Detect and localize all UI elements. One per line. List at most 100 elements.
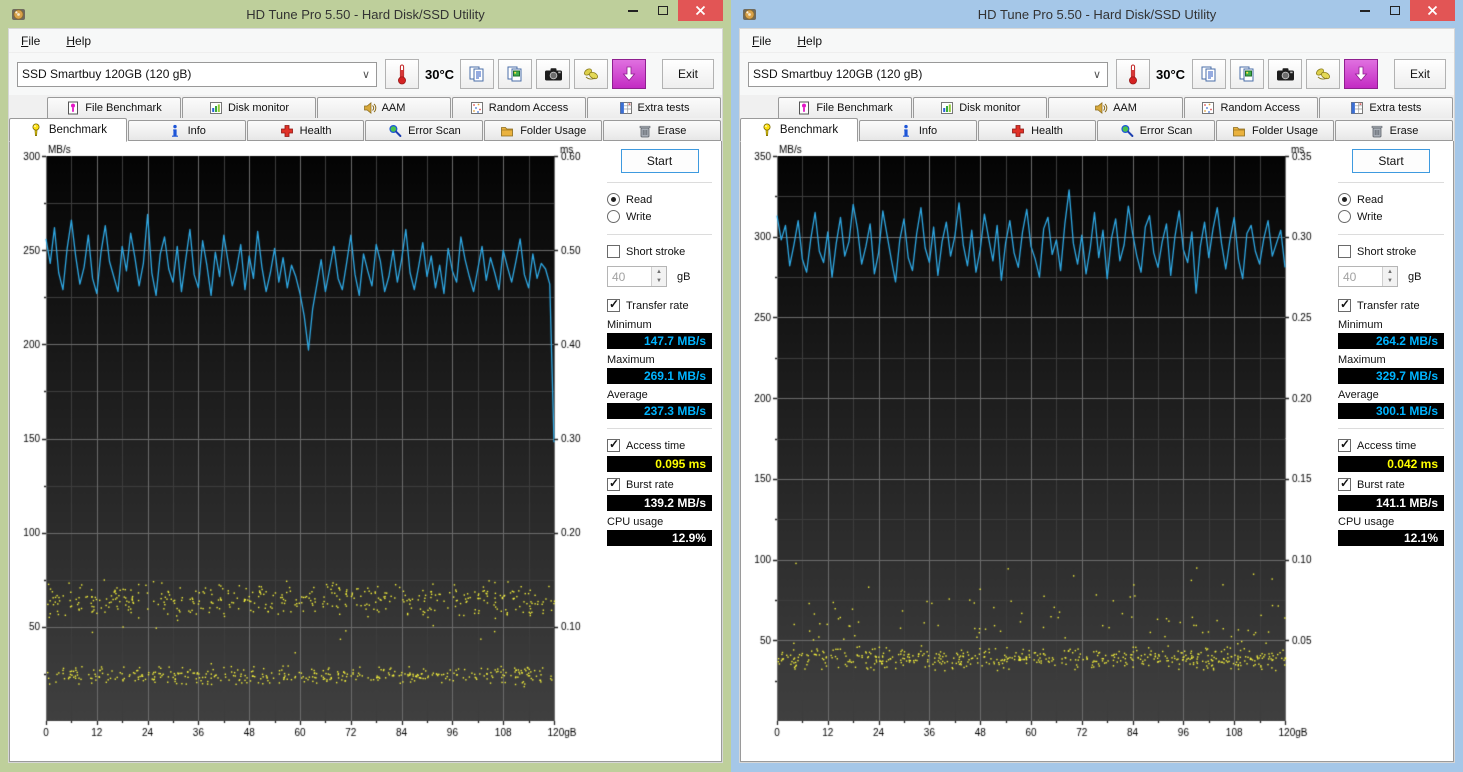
spin-up-icon[interactable]: ▲: [652, 267, 666, 277]
read-radio[interactable]: Read: [1338, 193, 1444, 206]
tab-random-access[interactable]: Random Access: [1183, 97, 1318, 118]
tab-health[interactable]: Health: [246, 120, 365, 141]
tab-folder-usage[interactable]: Folder Usage: [484, 120, 603, 141]
copy-image-button[interactable]: [1230, 59, 1264, 89]
short-stroke-checkbox[interactable]: Short stroke: [1338, 245, 1444, 258]
drive-select[interactable]: SSD Smartbuy 120GB (120 gB) ∨: [748, 61, 1108, 87]
maximize-button[interactable]: [648, 0, 678, 21]
read-radio[interactable]: Read: [607, 193, 712, 206]
tab-benchmark[interactable]: Benchmark: [740, 118, 858, 142]
donate-button[interactable]: [1306, 59, 1340, 89]
menu-file[interactable]: File: [748, 32, 775, 50]
start-button[interactable]: Start: [620, 149, 699, 173]
tab-info[interactable]: Info: [859, 120, 977, 141]
average-label: Average: [1338, 389, 1379, 401]
tab-health[interactable]: Health: [978, 120, 1096, 141]
average-label: Average: [607, 389, 648, 401]
cpu-usage-value: 12.1%: [1338, 530, 1444, 546]
speaker-icon: [363, 102, 376, 114]
copy-image-button[interactable]: [498, 59, 532, 89]
chevron-down-icon: ∨: [1092, 68, 1101, 81]
minimize-button[interactable]: [1350, 0, 1380, 21]
access-time-checkbox[interactable]: Access time: [607, 437, 712, 452]
controls-panel: Start Read Write Short stroke ▲▼ gB Tran…: [598, 141, 721, 761]
tab-aam[interactable]: AAM: [317, 97, 451, 118]
tab-erase[interactable]: Erase: [1335, 120, 1453, 141]
maximize-button[interactable]: [1380, 0, 1410, 21]
spin-down-icon[interactable]: ▼: [1383, 276, 1397, 286]
copy-image-icon: [507, 66, 522, 82]
screenshot-button[interactable]: [1268, 59, 1302, 89]
copy-text-button[interactable]: [460, 59, 494, 89]
screenshot-button[interactable]: [536, 59, 570, 89]
tab-error-scan[interactable]: Error Scan: [365, 120, 484, 141]
transfer-rate-checkbox[interactable]: Transfer rate: [607, 297, 712, 312]
minimum-value: 264.2 MB/s: [1338, 333, 1444, 349]
tab-disk-monitor[interactable]: Disk monitor: [182, 97, 316, 118]
short-stroke-size-stepper[interactable]: ▲▼: [1338, 266, 1398, 287]
write-radio[interactable]: Write: [1338, 210, 1444, 223]
tab-error-scan[interactable]: Error Scan: [1097, 120, 1215, 141]
copy-text-button[interactable]: [1192, 59, 1226, 89]
tab-disk-monitor[interactable]: Disk monitor: [913, 97, 1048, 118]
minimum-label: Minimum: [607, 319, 652, 331]
cpu-usage-label: CPU usage: [1338, 516, 1395, 528]
donate-button[interactable]: [574, 59, 608, 89]
access-time-checkbox[interactable]: Access time: [1338, 437, 1444, 452]
burst-rate-value: 141.1 MB/s: [1338, 495, 1444, 511]
tab-file-benchmark[interactable]: File Benchmark: [47, 97, 181, 118]
controls-panel: Start Read Write Short stroke ▲▼ gB Tran…: [1329, 141, 1453, 761]
temperature-button[interactable]: [1116, 59, 1150, 89]
divider: [1338, 234, 1444, 235]
checkbox-icon: [1338, 476, 1351, 491]
tab-extra-tests[interactable]: Extra tests: [1318, 97, 1454, 118]
minimize-button[interactable]: [618, 0, 648, 21]
close-button[interactable]: [678, 0, 723, 21]
short-stroke-unit: gB: [1408, 270, 1422, 283]
save-results-button[interactable]: [612, 59, 646, 89]
tab-file-benchmark[interactable]: File Benchmark: [778, 97, 913, 118]
thermometer-icon: [1129, 64, 1137, 85]
radio-icon: [1338, 210, 1351, 223]
divider: [1338, 182, 1444, 183]
chart-area: [741, 141, 1329, 761]
close-icon: [1427, 5, 1438, 16]
tab-info[interactable]: Info: [127, 120, 246, 141]
tab-extra-tests[interactable]: Extra tests: [587, 97, 721, 118]
copy-image-icon: [1239, 66, 1254, 82]
exit-button[interactable]: Exit: [662, 59, 714, 89]
short-stroke-size-stepper[interactable]: ▲▼: [607, 266, 667, 287]
info-icon: [902, 124, 909, 137]
close-button[interactable]: [1410, 0, 1455, 21]
average-value: 237.3 MB/s: [607, 403, 712, 419]
drive-select-value: SSD Smartbuy 120GB (120 gB): [753, 67, 923, 81]
drive-select[interactable]: SSD Smartbuy 120GB (120 gB) ∨: [17, 61, 377, 87]
write-radio[interactable]: Write: [607, 210, 712, 223]
minimum-value: 147.7 MB/s: [607, 333, 712, 349]
menu-file[interactable]: File: [17, 32, 44, 50]
spin-down-icon[interactable]: ▼: [652, 276, 666, 286]
burst-rate-checkbox[interactable]: Burst rate: [607, 476, 712, 491]
client-area: File Help SSD Smartbuy 120GB (120 gB) ∨ …: [739, 28, 1455, 763]
access-time-value: 0.095 ms: [607, 456, 712, 472]
tab-benchmark[interactable]: Benchmark: [9, 118, 127, 142]
hands-icon: [583, 68, 599, 80]
short-stroke-size-input[interactable]: [1339, 267, 1382, 286]
short-stroke-size-input[interactable]: [608, 267, 651, 286]
burst-rate-checkbox[interactable]: Burst rate: [1338, 476, 1444, 491]
short-stroke-checkbox[interactable]: Short stroke: [607, 245, 712, 258]
save-results-button[interactable]: [1344, 59, 1378, 89]
transfer-rate-checkbox[interactable]: Transfer rate: [1338, 297, 1444, 312]
cpu-usage-label: CPU usage: [607, 516, 664, 528]
tab-random-access[interactable]: Random Access: [452, 97, 586, 118]
tab-erase[interactable]: Erase: [603, 120, 721, 141]
temperature-button[interactable]: [385, 59, 419, 89]
copy-text-icon: [469, 66, 484, 82]
menu-help[interactable]: Help: [793, 32, 826, 50]
tab-folder-usage[interactable]: Folder Usage: [1216, 120, 1334, 141]
spin-up-icon[interactable]: ▲: [1383, 267, 1397, 277]
start-button[interactable]: Start: [1352, 149, 1430, 173]
exit-button[interactable]: Exit: [1394, 59, 1446, 89]
tab-aam[interactable]: AAM: [1048, 97, 1183, 118]
menu-help[interactable]: Help: [62, 32, 95, 50]
